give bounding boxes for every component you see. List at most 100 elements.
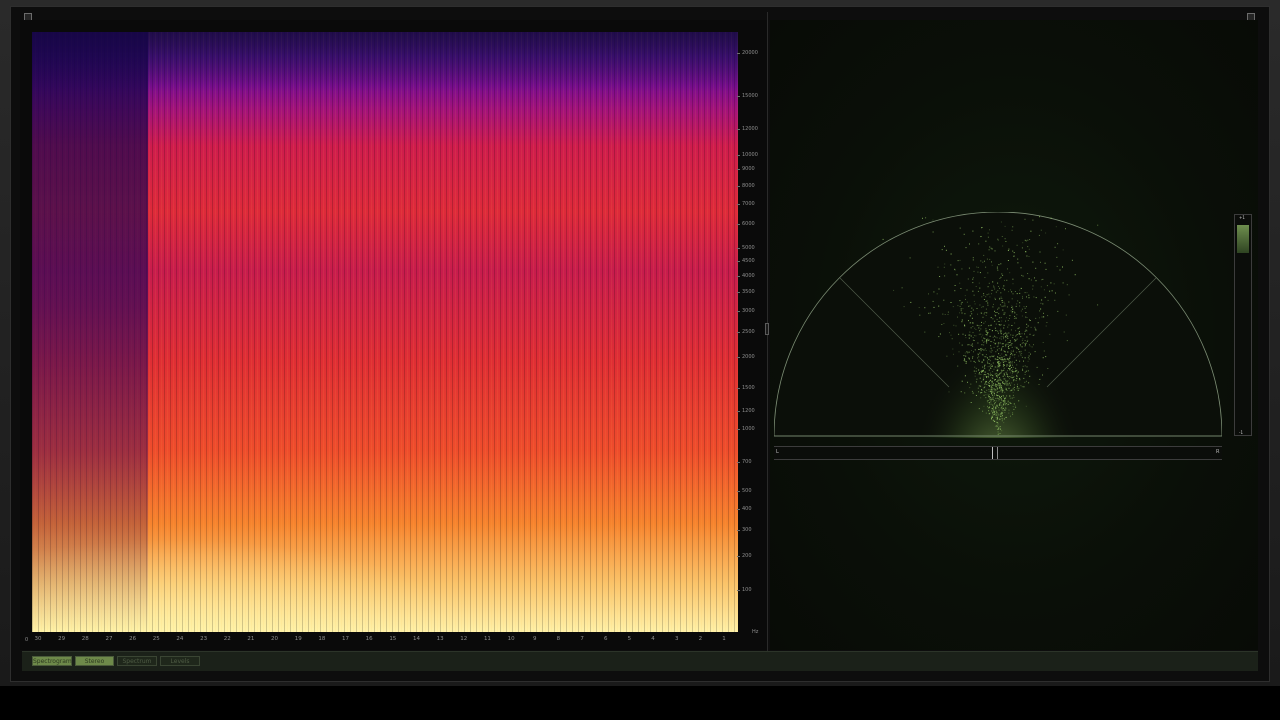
signal-dot	[997, 422, 999, 424]
signal-dot	[997, 330, 999, 332]
signal-dot	[1024, 333, 1025, 335]
signal-dot	[972, 259, 974, 261]
signal-dot	[1022, 275, 1024, 277]
signal-dot	[999, 297, 1001, 299]
time-tick-label: 30	[34, 636, 42, 642]
signal-dot	[1007, 376, 1009, 378]
signal-dot	[1011, 389, 1013, 391]
signal-dot	[960, 308, 962, 310]
signal-dot	[1028, 278, 1030, 280]
signal-dot	[985, 394, 987, 396]
signal-dot	[1003, 355, 1005, 357]
signal-dot	[980, 236, 982, 238]
signal-dot	[961, 319, 963, 321]
signal-dot	[992, 394, 993, 396]
signal-dot	[997, 356, 999, 358]
signal-dot	[987, 381, 989, 383]
signal-dot	[1050, 217, 1052, 219]
signal-dot	[1006, 336, 1008, 338]
signal-dot	[987, 232, 989, 234]
signal-dot	[1012, 369, 1014, 371]
signal-dot	[1005, 343, 1007, 345]
time-tick-label: 21	[247, 636, 255, 642]
signal-dot	[972, 345, 974, 347]
signal-dot	[1009, 272, 1011, 274]
tab-levels[interactable]: Levels	[160, 656, 200, 666]
signal-dot	[967, 344, 969, 346]
signal-dot	[1024, 218, 1026, 220]
signal-dot	[1008, 378, 1010, 380]
time-tick-label: 6	[603, 636, 608, 642]
signal-dot	[979, 377, 981, 379]
signal-dot	[1039, 378, 1041, 380]
frequency-tick	[737, 508, 740, 510]
signal-dot	[1013, 310, 1015, 312]
signal-dot	[937, 266, 939, 268]
signal-dot	[1003, 285, 1005, 287]
signal-dot	[1003, 382, 1004, 384]
signal-dot	[1035, 329, 1037, 331]
signal-dot	[972, 322, 973, 324]
signal-dot	[1014, 354, 1016, 356]
signal-dot	[981, 339, 983, 341]
signal-dot	[994, 402, 996, 404]
signal-dot	[999, 330, 1001, 332]
signal-dot	[1012, 391, 1014, 393]
signal-dot	[1066, 284, 1068, 286]
signal-dot	[1003, 327, 1005, 329]
signal-dot	[1004, 312, 1006, 314]
signal-dot	[1009, 402, 1011, 403]
signal-dot	[993, 285, 994, 287]
signal-dot	[1021, 356, 1023, 358]
frequency-tick-label: 4500	[742, 258, 755, 265]
signal-dot	[977, 357, 978, 359]
signal-dot	[1027, 357, 1029, 359]
signal-dot	[1026, 330, 1028, 332]
tab-spectrogram[interactable]: Spectrogram	[32, 656, 72, 666]
signal-dot	[1003, 367, 1005, 369]
signal-dot	[1001, 370, 1003, 372]
spectrogram-view[interactable]	[32, 32, 738, 632]
signal-dot	[1008, 344, 1010, 346]
signal-dot	[961, 268, 963, 270]
signal-dot	[969, 315, 971, 317]
signal-dot	[1005, 332, 1007, 334]
signal-dot	[969, 331, 971, 333]
tab-stereo[interactable]: Stereo	[75, 656, 114, 666]
signal-dot	[991, 293, 992, 295]
signal-dot	[1011, 305, 1013, 307]
signal-dot	[972, 356, 974, 358]
signal-dot	[957, 260, 959, 262]
signal-dot	[995, 384, 997, 386]
signal-dot	[933, 291, 935, 293]
signal-dot	[993, 286, 995, 288]
signal-dot	[973, 300, 975, 302]
signal-dot	[998, 313, 1000, 315]
signal-dot	[983, 374, 985, 375]
signal-dot	[977, 271, 979, 273]
frequency-tick-label: 5000	[742, 244, 755, 251]
signal-dot	[977, 354, 979, 356]
signal-dot	[978, 385, 980, 387]
signal-dot	[1012, 388, 1014, 390]
signal-dot	[893, 289, 895, 291]
signal-dot	[1002, 395, 1004, 397]
signal-dot	[1010, 334, 1012, 336]
panel-splitter-handle[interactable]	[765, 323, 769, 335]
frequency-tick-label: 2500	[742, 329, 755, 336]
signal-dot	[944, 245, 945, 247]
tab-spectrum[interactable]: Spectrum	[117, 656, 157, 666]
signal-dot	[1012, 413, 1014, 415]
signal-dot	[981, 296, 983, 298]
signal-dot	[1000, 221, 1002, 223]
signal-dot	[1043, 350, 1045, 352]
signal-dot	[1000, 296, 1002, 298]
signal-dot	[1024, 357, 1026, 359]
signal-dot	[1011, 372, 1013, 374]
signal-dot	[957, 316, 958, 318]
signal-dot	[985, 240, 987, 242]
signal-dot	[1035, 297, 1037, 299]
signal-dot	[941, 324, 943, 325]
signal-dot	[996, 414, 998, 416]
signal-dot	[1015, 305, 1017, 307]
